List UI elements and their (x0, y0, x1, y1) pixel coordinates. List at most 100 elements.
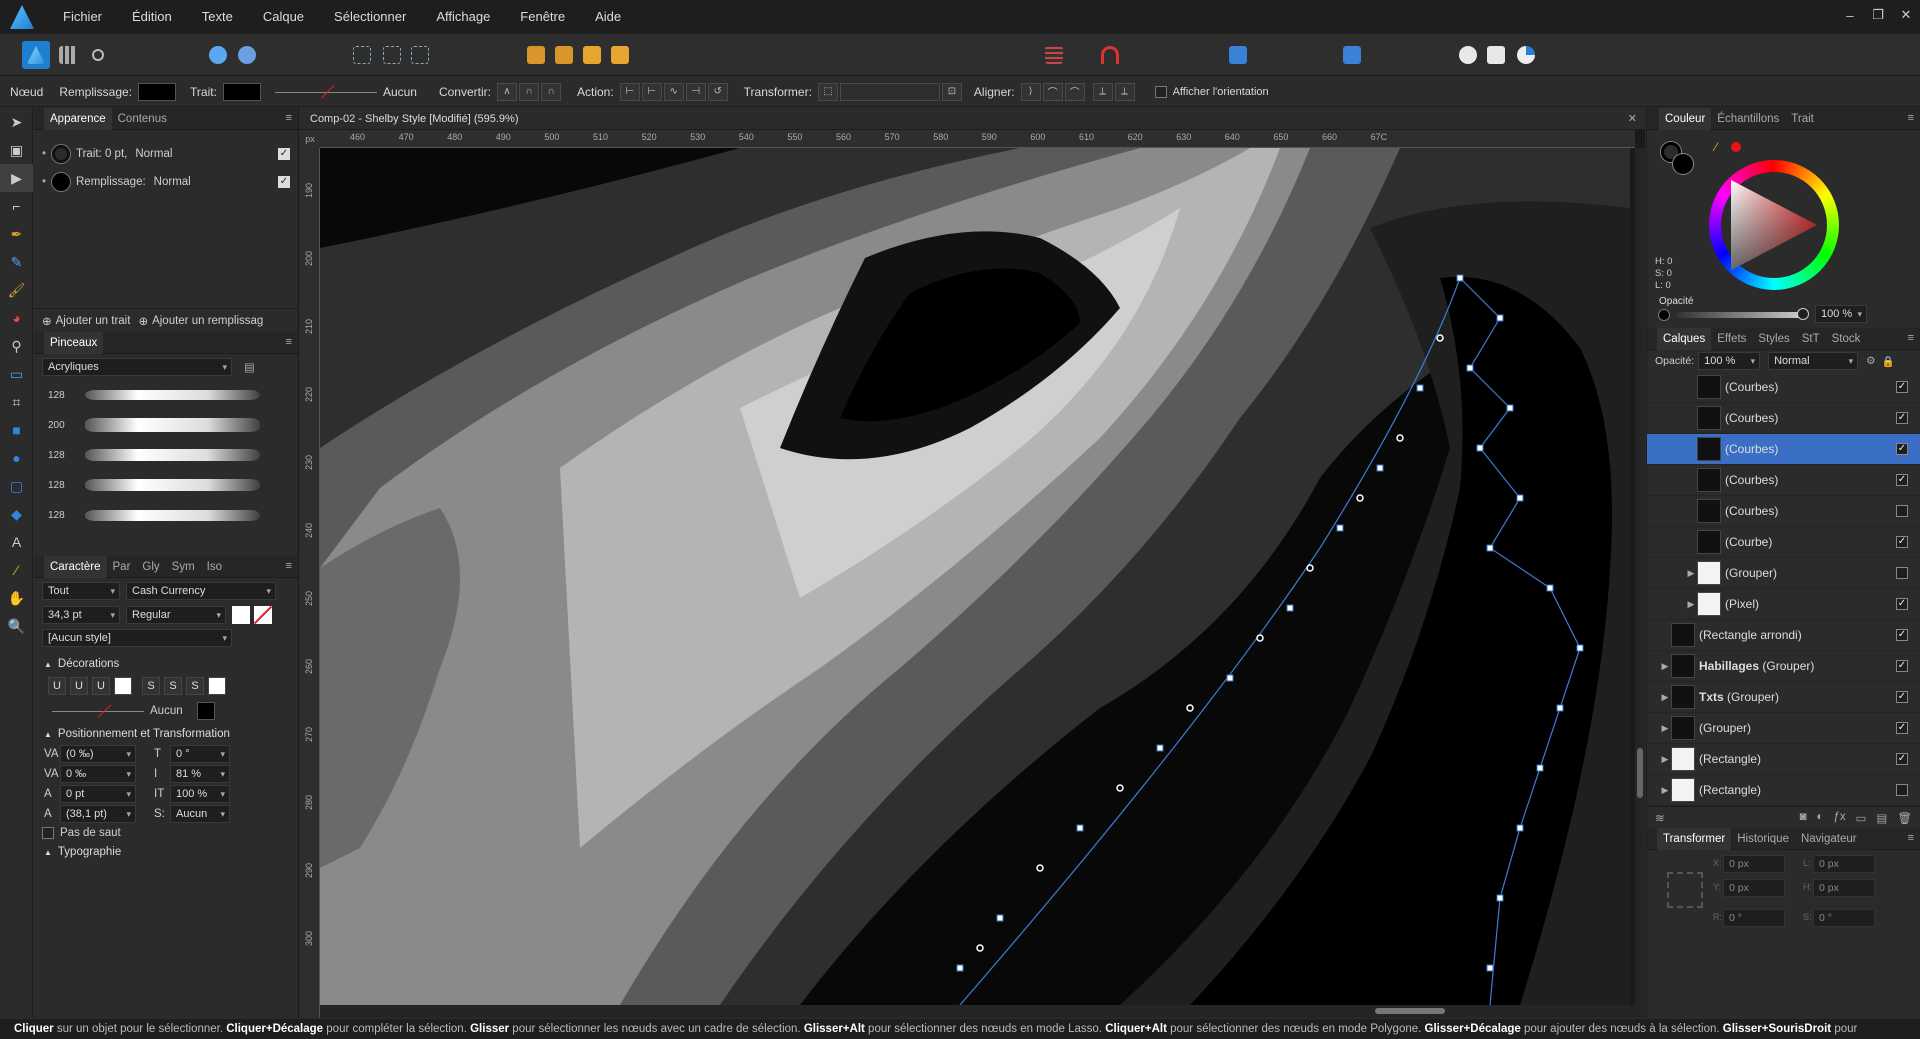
menu-affichage[interactable]: Affichage (421, 0, 505, 34)
layer-visibility-checkbox[interactable]: ✓ (1896, 536, 1908, 548)
text-style-select[interactable]: [Aucun style] (42, 629, 232, 647)
menu-fichier[interactable]: Fichier (48, 0, 117, 34)
appearance-fill-row[interactable]: • Remplissage: Normal ✓ (34, 170, 298, 194)
vertical-scroll-thumb[interactable] (1637, 748, 1643, 798)
layer-row[interactable]: ▶ (Grouper) (1647, 558, 1920, 589)
opacity-slider-thumb[interactable] (1797, 308, 1809, 320)
decoration-stroke-preview[interactable] (48, 702, 148, 720)
add-fill-button[interactable]: Ajouter un remplissag (152, 315, 263, 327)
close-document-icon[interactable]: ✕ (1628, 108, 1637, 130)
position-transform-header[interactable]: ▲ Positionnement et Transformation (34, 724, 298, 744)
fill-color-dot[interactable] (1673, 154, 1693, 174)
convert-sharp-button[interactable]: ∧ (496, 82, 517, 101)
y-field[interactable]: 0 px (1723, 879, 1785, 897)
fx-icon[interactable]: ƒx (1833, 811, 1845, 825)
baseline-field[interactable]: 0 pt (60, 785, 136, 803)
pixel-persona-button[interactable] (56, 43, 80, 67)
layer-row[interactable]: (Courbe) ✓ (1647, 527, 1920, 558)
convert-smooth-button[interactable]: ∩ (518, 82, 539, 101)
layer-visibility-checkbox[interactable]: ✓ (1896, 691, 1908, 703)
align-nodes-button-4[interactable]: ⟂ (1092, 82, 1113, 101)
transform-origin-button[interactable]: ⊡ (941, 82, 962, 101)
panel-menu-icon[interactable]: ≡ (1908, 332, 1914, 344)
layer-expander-icon[interactable]: ▶ (1659, 723, 1671, 734)
fill-visible-checkbox[interactable]: ✓ (278, 176, 290, 188)
anchor-selector[interactable] (1667, 872, 1703, 908)
opacity-slider[interactable] (1677, 312, 1802, 318)
layer-row[interactable]: (Courbes) ✓ (1647, 465, 1920, 496)
group-layer-icon[interactable]: ▤ (1877, 811, 1888, 825)
panel-menu-icon[interactable]: ≡ (1908, 112, 1914, 124)
layer-visibility-checkbox[interactable]: ✓ (1896, 381, 1908, 393)
tab-navigateur[interactable]: Navigateur (1795, 828, 1863, 850)
layers-stack-icon[interactable]: ≋ (1655, 811, 1665, 825)
fill-tool[interactable]: ◕ (0, 304, 33, 332)
tab-contenus[interactable]: Contenus (112, 108, 173, 130)
layer-visibility-checkbox[interactable]: ✓ (1896, 412, 1908, 424)
tab-trait[interactable]: Trait (1785, 108, 1820, 130)
add-layer-icon[interactable]: ▭ (1856, 811, 1867, 825)
tab-transformer[interactable]: Transformer (1657, 827, 1732, 850)
ellipse-tool[interactable]: ● (0, 444, 33, 472)
delete-layer-icon[interactable]: 🗑 (1897, 811, 1912, 825)
horizontal-scroll-thumb[interactable] (1375, 1008, 1445, 1014)
document-tab[interactable]: Comp-02 - Shelby Style [Modifié] (595.9%… (300, 108, 1645, 130)
layer-visibility-checkbox[interactable]: ✓ (1896, 443, 1908, 455)
artwork-canvas[interactable] (320, 148, 1630, 1005)
boolean-divide-button[interactable] (1340, 43, 1364, 67)
close-window-button[interactable]: ✕ (1892, 0, 1920, 30)
view-mode-button-3[interactable] (408, 43, 432, 67)
layer-row[interactable]: ▶ (Rectangle) (1647, 775, 1920, 806)
layer-visibility-checkbox[interactable]: ✓ (1896, 753, 1908, 765)
double-underline-button[interactable]: U (70, 677, 88, 695)
layer-expander-icon[interactable]: ▶ (1659, 692, 1671, 703)
x-field[interactable]: 0 px (1723, 855, 1785, 873)
pencil-tool[interactable]: ✎ (0, 248, 33, 276)
layer-expander-icon[interactable]: ▶ (1685, 568, 1697, 579)
vertical-scale-field[interactable]: 81 % (170, 765, 230, 783)
horizontal-ruler[interactable]: 460 470 480 490 500 510 520 530 540 550 560 570 580 5… (320, 130, 1635, 148)
artboard-tool[interactable]: ▣ (0, 136, 33, 164)
double-strikethrough-button[interactable]: S (164, 677, 182, 695)
brush-category-select[interactable]: Acryliques (42, 358, 232, 376)
close-curve-button[interactable]: ⊢ (641, 82, 662, 101)
font-weight-select[interactable]: Regular (126, 606, 226, 624)
menu-aide[interactable]: Aide (580, 0, 636, 34)
layer-row[interactable]: (Courbes) ✓ (1647, 372, 1920, 403)
tab-couleur[interactable]: Couleur (1659, 107, 1712, 130)
horizontal-scrollbar[interactable] (320, 1005, 1635, 1018)
kerning-field[interactable]: 0 ‰ (60, 765, 136, 783)
text-tool[interactable]: A (0, 528, 33, 556)
decorations-header[interactable]: ▲ Décorations (34, 654, 298, 674)
layer-blend-select[interactable]: Normal (1768, 352, 1859, 370)
panel-menu-icon[interactable]: ≡ (286, 560, 292, 572)
transparency-tool[interactable]: ⚲ (0, 332, 33, 360)
tab-caractere[interactable]: Caractère (44, 555, 107, 578)
tab-effets[interactable]: Effets (1711, 328, 1752, 350)
stroke-style-preview[interactable] (271, 83, 381, 101)
layer-settings-icon[interactable]: ⚙ (1866, 355, 1875, 367)
view-mode-button-2[interactable] (380, 43, 404, 67)
strikethrough-button[interactable]: S (142, 677, 160, 695)
export-persona-button[interactable] (86, 43, 110, 67)
brush-view-icon[interactable]: ▤ (244, 360, 255, 374)
align-nodes-v-button[interactable]: ⌒ (1042, 82, 1063, 101)
rounded-rect-tool[interactable]: ▢ (0, 472, 33, 500)
vertical-scrollbar[interactable] (1635, 148, 1645, 1018)
layer-visibility-checkbox[interactable]: ✓ (1896, 660, 1908, 672)
underline-button[interactable]: U (48, 677, 66, 695)
view-mode-button[interactable] (350, 43, 374, 67)
app-logo-icon[interactable] (10, 5, 34, 29)
layer-expander-icon[interactable]: ▶ (1659, 785, 1671, 796)
layer-expander-icon[interactable]: ▶ (1659, 754, 1671, 765)
layer-visibility-checkbox[interactable] (1896, 567, 1908, 579)
align-nodes-button-5[interactable]: ⟂ (1114, 82, 1135, 101)
skew-field[interactable]: 0 ° (170, 745, 230, 763)
tab-sym[interactable]: Sym (166, 556, 201, 578)
menu-calque[interactable]: Calque (248, 0, 319, 34)
menu-texte[interactable]: Texte (187, 0, 248, 34)
align-nodes-button-3[interactable]: ⌒ (1064, 82, 1085, 101)
align-nodes-h-button[interactable]: ⟩ (1020, 82, 1041, 101)
boolean-add-button[interactable] (1226, 43, 1250, 67)
tab-gly[interactable]: Gly (136, 556, 165, 578)
